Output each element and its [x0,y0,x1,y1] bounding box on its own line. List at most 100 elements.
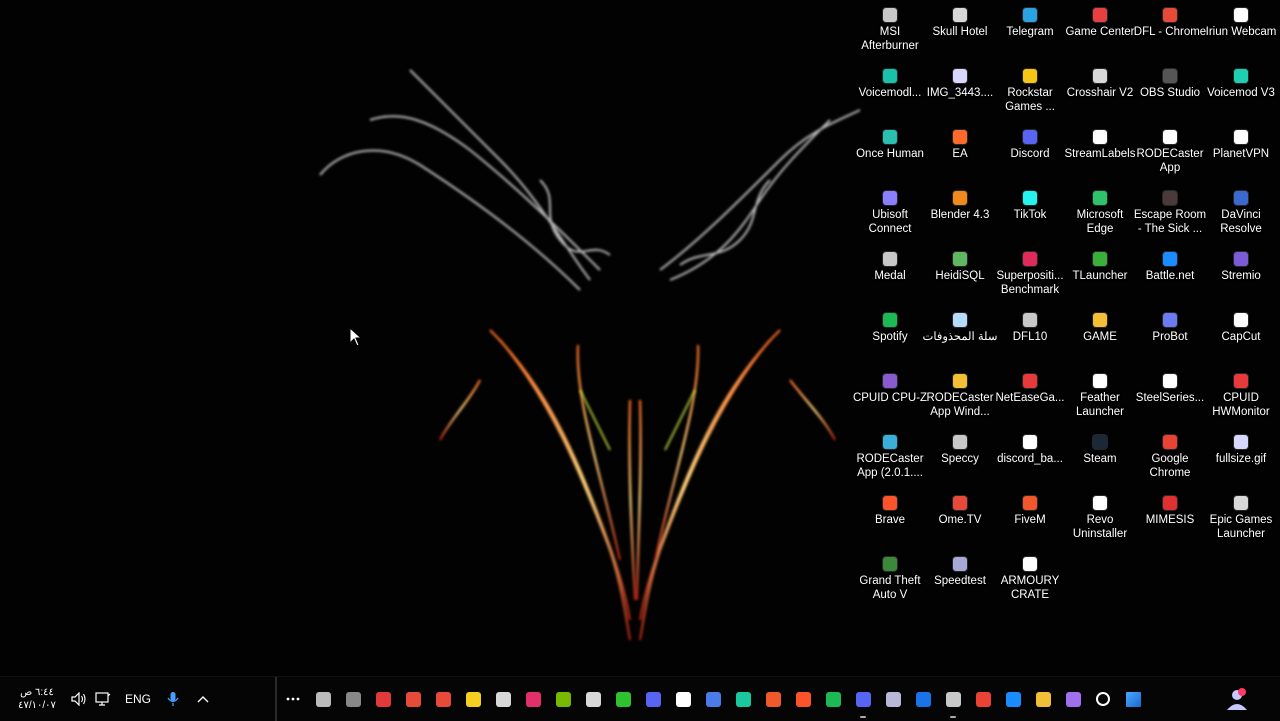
desktop-icon[interactable]: Brave [855,488,925,527]
desktop-icon[interactable]: Blender 4.3 [925,183,995,222]
desktop-icon[interactable]: FiveM [995,488,1065,527]
desktop-icon[interactable]: DFL - Chrome [1134,0,1206,39]
taskbar-search-icon[interactable] [1088,677,1118,721]
desktop-icon[interactable]: DFL10 [995,305,1065,344]
taskbar-nvidia-icon[interactable] [548,677,578,721]
taskbar-app-13-icon[interactable] [668,677,698,721]
desktop-icon[interactable]: TLauncher [1065,244,1135,283]
taskbar-app-16-icon[interactable] [758,677,788,721]
taskbar-search-app-icon[interactable] [308,677,338,721]
taskbar-start-icon[interactable] [1118,677,1148,721]
volume-icon[interactable] [66,677,92,721]
desktop-icon[interactable]: Iriun Webcam [1206,0,1276,39]
clock[interactable]: ٦:٤٤ ص ٤٧/١٠/٠٧ [8,677,66,721]
taskbar-outlook-icon[interactable] [908,677,938,721]
taskbar-chrome-icon[interactable] [968,677,998,721]
taskbar-edge-icon[interactable] [998,677,1028,721]
desktop-icon[interactable]: سلة المحذوفات [923,305,998,344]
desktop-icon[interactable]: DaVinci Resolve [1206,183,1276,236]
taskbar-xbox-icon[interactable] [608,677,638,721]
desktop-icon[interactable]: SteelSeries... [1135,366,1205,405]
desktop-icon[interactable]: Battle.net [1135,244,1205,283]
desktop-icon[interactable]: NetEaseGa... [995,366,1065,405]
taskbar-app-14-icon[interactable] [698,677,728,721]
desktop-icon[interactable]: PlanetVPN [1206,122,1276,161]
desktop-icon[interactable]: Google Chrome [1135,427,1205,480]
taskbar-discord-icon[interactable] [638,677,668,721]
desktop-icon[interactable]: Revo Uninstaller [1065,488,1135,541]
copilot-avatar-icon[interactable] [1220,677,1254,721]
taskbar-steelseries-icon[interactable] [578,677,608,721]
desktop-icon[interactable]: Spotify [855,305,925,344]
desktop-icon[interactable]: RODECaster App Wind... [925,366,995,419]
desktop-icon[interactable]: IMG_3443.... [925,61,995,100]
taskbar-instagram-icon[interactable] [518,677,548,721]
desktop-icon[interactable]: Epic Games Launcher [1206,488,1276,541]
desktop-icon[interactable]: CPUID CPU-Z [853,366,927,405]
desktop-icon[interactable]: OBS Studio [1135,61,1205,100]
desktop-icon[interactable]: Speedtest [925,549,995,588]
desktop-icon[interactable]: Speccy [925,427,995,466]
desktop-icon[interactable]: Ome.TV [925,488,995,527]
desktop-icon[interactable]: Medal [855,244,925,283]
desktop-icon[interactable]: Grand Theft Auto V [855,549,925,602]
language-indicator[interactable]: ENG [120,677,156,721]
desktop-icon[interactable]: Stremio [1206,244,1276,283]
taskbar-discord-2-icon[interactable] [848,677,878,721]
taskbar-app-1-icon[interactable] [338,677,368,721]
taskbar-app-5-icon[interactable] [458,677,488,721]
taskbar-explorer-icon[interactable] [1028,677,1058,721]
desktop-icon[interactable]: EA [925,122,995,161]
desktop-icon[interactable]: fullsize.gif [1206,427,1276,466]
taskbar-app-4-icon[interactable] [428,677,458,721]
desktop-icon[interactable]: Crosshair V2 [1065,61,1135,100]
desktop-icon[interactable]: Escape Room - The Sick ... [1134,183,1206,236]
desktop-icon[interactable]: MSI Afterburner [855,0,925,53]
taskbar-spotify-icon[interactable] [818,677,848,721]
microphone-icon[interactable] [160,677,186,721]
desktop-icon[interactable]: RODECaster App (2.0.1.... [855,427,925,480]
desktop-icon[interactable]: Voicemod V3 [1206,61,1276,100]
desktop-icon[interactable]: Steam [1065,427,1135,466]
taskbar-vpn-icon[interactable] [728,677,758,721]
desktop-icon[interactable]: ProBot [1135,305,1205,344]
desktop-icon[interactable]: Telegram [995,0,1065,39]
chevron-up-icon[interactable] [190,677,216,721]
app-icon [1163,69,1177,83]
network-icon[interactable] [90,677,116,721]
desktop-icon[interactable]: TikTok [995,183,1065,222]
desktop-icon[interactable]: CPUID HWMonitor [1206,366,1276,419]
taskbar-divider [275,677,277,721]
taskbar-copilot-icon[interactable] [1058,677,1088,721]
desktop-icon[interactable]: Rockstar Games ... [995,61,1065,114]
desktop-icon[interactable]: Feather Launcher [1065,366,1135,419]
desktop-icon[interactable]: RODECaster App [1135,122,1205,175]
desktop-icon[interactable]: Game Center [1065,0,1135,39]
app-glyph [555,691,571,707]
desktop-icon[interactable]: CapCut [1206,305,1276,344]
taskbar-app-2-icon[interactable] [368,677,398,721]
taskbar-app-3-icon[interactable] [398,677,428,721]
desktop-icon[interactable]: StreamLabels [1065,122,1135,161]
desktop-icon[interactable]: ARMOURY CRATE [995,549,1065,602]
desktop-icon[interactable]: MIMESIS [1135,488,1205,527]
taskbar-app-6-icon[interactable] [488,677,518,721]
desktop-icon[interactable]: Skull Hotel [925,0,995,39]
app-glyph [315,691,331,707]
taskbar-app-22-icon[interactable] [938,677,968,721]
more-options-icon[interactable] [280,677,306,721]
app-icon [1163,130,1177,144]
desktop-icon[interactable]: Voicemodl... [855,61,925,100]
desktop-icon[interactable]: GAME [1065,305,1135,344]
desktop-icon[interactable]: Discord [995,122,1065,161]
desktop-icon[interactable]: Microsoft Edge [1065,183,1135,236]
desktop-icon[interactable]: HeidiSQL [925,244,995,283]
desktop-icon-label: Speccy [941,453,979,465]
desktop-icon[interactable]: Ubisoft Connect [855,183,925,236]
desktop-icon-label: Once Human [856,148,924,160]
desktop-icon[interactable]: Once Human [855,122,925,161]
desktop-icon[interactable]: discord_ba... [995,427,1065,466]
taskbar-brave-icon[interactable] [788,677,818,721]
desktop-icon[interactable]: Superpositi... Benchmark [995,244,1065,297]
taskbar-app-20-icon[interactable] [878,677,908,721]
